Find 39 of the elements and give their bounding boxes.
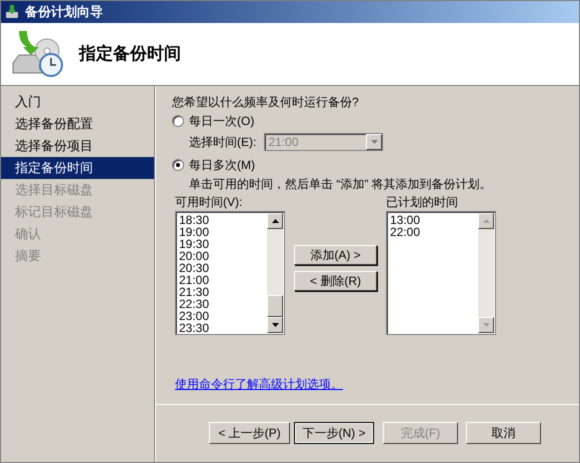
available-times-list[interactable]: 18:30 19:00 19:30 20:00 20:30 21:00 21:30 22:30 23:00 23:30 (175, 211, 285, 335)
list-label: 已计划的时间 (386, 194, 459, 209)
instruction-text: 单击可用的时间，然后单击 “添加” 将其添加到备份计划。 (188, 176, 493, 193)
list-item[interactable]: 20:00 (179, 250, 267, 262)
help-link[interactable]: 使用命令行了解高级计划选项。 (175, 375, 343, 393)
scroll-bar[interactable] (267, 213, 283, 333)
page-heading: 指定备份时间 (79, 43, 181, 66)
step-item[interactable]: 选择备份配置 (1, 113, 154, 135)
list-item[interactable]: 19:30 (179, 238, 267, 250)
list-item[interactable]: 18:30 (179, 214, 267, 226)
radio-button[interactable] (172, 115, 184, 127)
step-item[interactable]: 选择备份项目 (1, 135, 154, 157)
list-item[interactable]: 13:00 (390, 214, 478, 226)
list-item[interactable]: 23:00 (179, 310, 267, 322)
list-item[interactable]: 22:30 (179, 298, 267, 310)
list-move-button[interactable]: 添加(A) > (294, 245, 377, 265)
wizard-button[interactable]: 下一步(N) > (294, 422, 374, 444)
list-item[interactable]: 21:00 (179, 274, 267, 286)
list-item[interactable]: 21:30 (179, 286, 267, 298)
dropdown-arrow-icon (370, 140, 378, 144)
radio-label[interactable]: 每日一次(O) (189, 112, 254, 130)
list-item[interactable]: 20:30 (179, 262, 267, 274)
step-item[interactable]: 入门 (1, 91, 154, 113)
scheduled-times-list[interactable]: 13:00 22:00 (386, 211, 496, 335)
time-label: 选择时间(E): (189, 134, 256, 151)
wizard-button[interactable]: 取消 (466, 422, 541, 444)
backup-icon (5, 4, 21, 20)
list-item[interactable]: 19:00 (179, 226, 267, 238)
list-move-button[interactable]: < 删除(R) (294, 271, 377, 291)
scroll-bar[interactable] (478, 213, 494, 333)
radio-button[interactable] (172, 159, 184, 171)
window-title: 备份计划向导 (25, 3, 103, 22)
step-item[interactable]: 指定备份时间 (1, 157, 154, 179)
radio-label[interactable]: 每日多次(M) (189, 156, 255, 174)
question-text: 您希望以什么频率及何时运行备份? (172, 94, 360, 111)
list-label: 可用时间(V): (175, 194, 244, 209)
wizard-button[interactable]: < 上一步(P) (209, 422, 290, 444)
list-item[interactable]: 23:30 (179, 322, 267, 334)
list-item[interactable]: 22:00 (390, 226, 478, 238)
